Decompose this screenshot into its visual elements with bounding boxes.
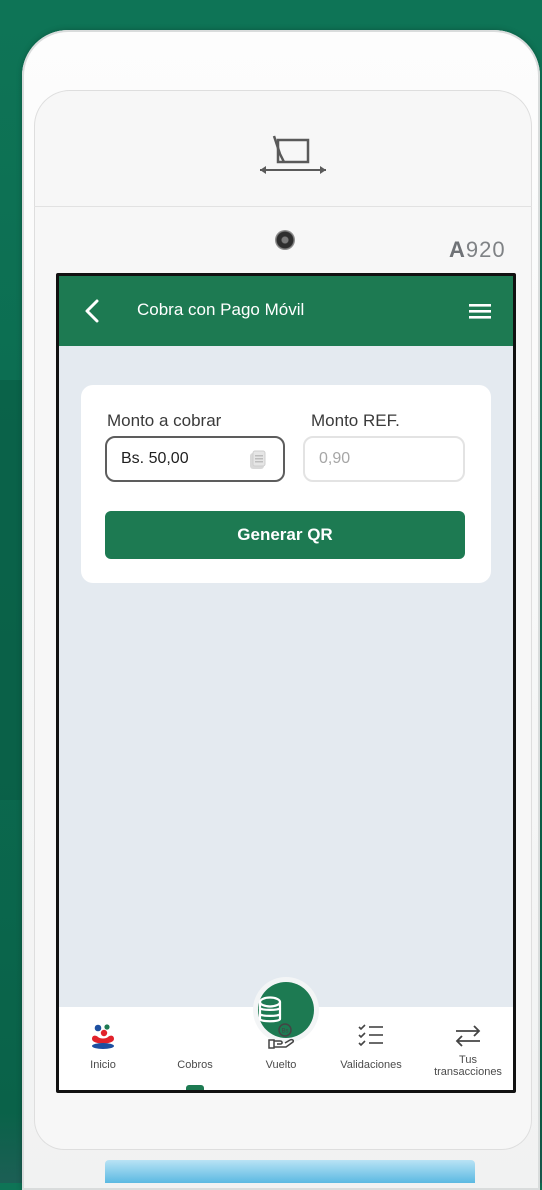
hand-coin-icon: Bs [268,1023,294,1049]
generate-qr-button[interactable]: Generar QR [105,511,465,559]
ref-input[interactable]: 0,90 [303,436,465,482]
svg-text:Bs: Bs [281,1029,288,1035]
device-model-label: A920 [449,237,506,262]
app-header: Cobra con Pago Móvil [59,276,513,346]
nav-label-cobros: Cobros [177,1059,213,1071]
nav-item-tus-transacciones[interactable]: Tus transacciones [423,1007,513,1090]
app-screen: Cobra con Pago Móvil Monto a cobrar Mont… [59,276,513,1090]
card-slot-icon [260,135,326,174]
monto-input[interactable]: Bs. 50,00 [105,436,285,482]
device-top-band [34,176,532,207]
hamburger-menu-icon[interactable] [467,300,493,322]
nav-label-tus-transacciones: Tus transacciones [434,1054,502,1078]
clipboard-icon[interactable] [249,450,267,470]
bottom-navigation: Inicio Cobros Bs Vuelto Validaciones Tus… [59,982,513,1090]
active-tab-indicator [186,1085,204,1090]
device-bottom-light [105,1160,475,1183]
checklist-icon [358,1024,383,1047]
nav-item-vuelto[interactable]: Bs Vuelto [236,1007,326,1090]
monto-label: Monto a cobrar [107,411,222,430]
nav-item-inicio[interactable]: Inicio [59,1007,148,1090]
ref-label: Monto REF. [311,411,400,430]
nav-label-inicio: Inicio [90,1059,116,1071]
chevron-left-icon[interactable] [81,298,105,324]
page-title: Cobra con Pago Móvil [137,300,305,319]
nav-item-validaciones[interactable]: Validaciones [326,1007,416,1090]
home-people-icon [92,1024,114,1049]
transfer-arrows-icon [455,1025,481,1047]
ref-value: 0,90 [319,450,351,467]
nav-item-cobros[interactable]: Cobros [150,982,314,1090]
device-screen: Cobra con Pago Móvil Monto a cobrar Mont… [56,273,516,1093]
monto-value: Bs. 50,00 [121,450,189,467]
camera-icon [275,230,295,250]
nav-label-validaciones: Validaciones [340,1059,402,1071]
payment-card: Monto a cobrar Monto REF. Bs. 50,00 0,90… [81,385,491,583]
nav-label-vuelto: Vuelto [265,1059,297,1071]
